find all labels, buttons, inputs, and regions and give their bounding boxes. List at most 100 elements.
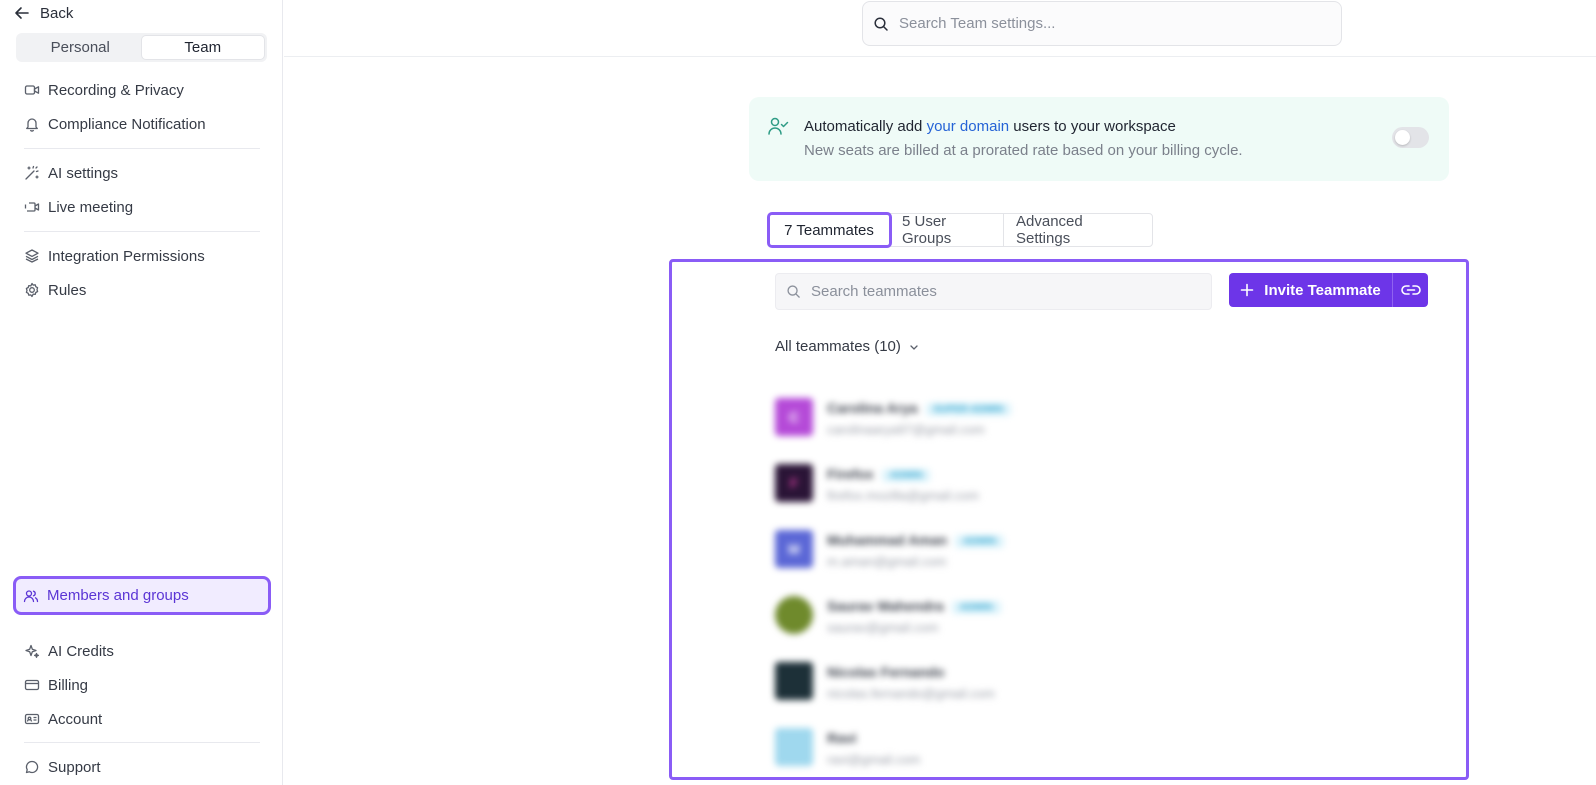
member-email: ravi@gmail.com xyxy=(827,752,921,767)
banner-title-prefix: Automatically add xyxy=(804,118,927,135)
member-email: carolinaarya97@gmail.com xyxy=(827,422,985,437)
bell-icon xyxy=(24,116,40,132)
team-settings-search[interactable]: Search Team settings... xyxy=(862,1,1342,46)
avatar: F xyxy=(775,464,813,502)
sidebar-item-account[interactable]: Account xyxy=(16,704,268,734)
table-row[interactable]: M Muhammad Aman ADMIN m.aman@gmail.com xyxy=(772,527,1172,593)
member-name-text: Firefox xyxy=(827,466,874,482)
member-email: m.aman@gmail.com xyxy=(827,554,947,569)
sidebar-item-label: Support xyxy=(48,758,101,776)
back-label: Back xyxy=(40,4,74,22)
copy-invite-link-button[interactable] xyxy=(1393,273,1428,307)
back-button[interactable]: Back xyxy=(14,2,73,24)
teammates-search-input[interactable]: Search teammates xyxy=(775,273,1212,310)
personal-team-switch: Personal Team xyxy=(16,33,267,62)
table-row[interactable]: Saurav Mahendra ADMIN saurav@gmail.com xyxy=(772,593,1172,659)
member-name: Ravi xyxy=(827,730,857,746)
member-name: Saurav Mahendra ADMIN xyxy=(827,598,1001,614)
sidebar-divider xyxy=(24,742,260,743)
invite-teammate-button[interactable]: Invite Teammate xyxy=(1229,273,1393,307)
credit-card-icon xyxy=(24,677,40,693)
sidebar-item-label: Rules xyxy=(48,281,87,299)
sidebar-item-label: Billing xyxy=(48,676,89,694)
teammates-search-placeholder: Search teammates xyxy=(811,283,937,300)
role-badge: ADMIN xyxy=(951,600,1001,614)
sidebar-item-ai-credits[interactable]: AI Credits xyxy=(16,636,268,666)
role-badge: SUPER ADMIN xyxy=(925,402,1012,416)
table-row[interactable]: F Firefox ADMIN firefox.mozilla@gmail.com xyxy=(772,461,1172,527)
link-icon xyxy=(1400,283,1421,297)
chat-bubble-icon xyxy=(24,759,40,775)
member-email: firefox.mozilla@gmail.com xyxy=(827,488,979,503)
avatar xyxy=(775,662,813,700)
gear-icon xyxy=(24,282,40,298)
member-name-text: Ravi xyxy=(827,730,857,746)
sidebar-item-billing[interactable]: Billing xyxy=(16,670,268,700)
member-name-text: Nicolas Fernando xyxy=(827,664,945,680)
banner-subtitle: New seats are billed at a prorated rate … xyxy=(804,142,1243,159)
sparkles-icon xyxy=(24,643,40,659)
sidebar-item-label: Members and groups xyxy=(47,587,189,604)
segment-team[interactable]: Team xyxy=(141,36,264,59)
banner-title-suffix: users to your workspace xyxy=(1009,118,1176,135)
member-name-text: Saurav Mahendra xyxy=(827,598,944,614)
member-name: Nicolas Fernando xyxy=(827,664,944,680)
filter-label: All teammates (10) xyxy=(775,338,901,355)
segment-personal[interactable]: Personal xyxy=(19,36,142,59)
layers-icon xyxy=(24,248,40,264)
table-row[interactable]: Nicolas Fernando nicolas.fernando@gmail.… xyxy=(772,659,1172,725)
sidebar-divider xyxy=(24,148,260,149)
avatar: M xyxy=(775,530,813,568)
sidebar-divider xyxy=(24,231,260,232)
teammates-panel: Search teammates Invite Teammate All tea… xyxy=(669,259,1469,780)
sidebar-item-recording-privacy[interactable]: Recording & Privacy xyxy=(16,75,268,105)
chevron-down-icon xyxy=(909,342,919,352)
role-badge: ADMIN xyxy=(881,468,931,482)
plus-icon xyxy=(1240,283,1254,297)
video-camera-icon xyxy=(24,82,40,98)
avatar: C xyxy=(775,398,813,436)
live-video-icon xyxy=(24,199,40,215)
member-name-text: Carolina Arya xyxy=(827,400,918,416)
tab-teammates[interactable]: 7 Teammates xyxy=(767,212,892,248)
header-divider xyxy=(284,56,1596,57)
invite-teammate-group: Invite Teammate xyxy=(1229,273,1428,307)
sidebar-item-support[interactable]: Support xyxy=(16,752,268,782)
toggle-knob xyxy=(1395,130,1410,145)
id-card-icon xyxy=(24,711,40,727)
arrow-left-icon xyxy=(14,5,30,21)
auto-add-domain-banner: Automatically add your domain users to y… xyxy=(749,97,1449,181)
teammates-filter-dropdown[interactable]: All teammates (10) xyxy=(775,338,919,355)
sidebar-item-ai-settings[interactable]: AI settings xyxy=(16,158,268,188)
avatar xyxy=(775,596,813,634)
tab-user-groups[interactable]: 5 User Groups xyxy=(890,213,1004,247)
table-row[interactable]: C Carolina Arya SUPER ADMIN carolinaarya9… xyxy=(772,395,1172,461)
sidebar-item-members-and-groups[interactable]: Members and groups xyxy=(13,576,271,615)
member-name: Firefox ADMIN xyxy=(827,466,931,482)
your-domain-link[interactable]: your domain xyxy=(927,118,1010,135)
search-placeholder: Search Team settings... xyxy=(899,15,1056,32)
banner-title: Automatically add your domain users to y… xyxy=(804,118,1176,135)
auto-add-toggle[interactable] xyxy=(1392,127,1429,148)
sidebar-item-label: Live meeting xyxy=(48,198,134,216)
avatar xyxy=(775,728,813,766)
sidebar-item-label: AI Credits xyxy=(48,642,114,660)
table-row[interactable]: Ravi ravi@gmail.com xyxy=(772,725,1172,777)
tab-advanced-settings[interactable]: Advanced Settings xyxy=(1004,213,1152,247)
invite-teammate-label: Invite Teammate xyxy=(1264,281,1381,299)
members-tabs: 7 Teammates 5 User Groups Advanced Setti… xyxy=(767,212,1153,248)
sidebar-item-label: Integration Permissions xyxy=(48,247,205,265)
search-icon xyxy=(873,16,889,32)
sidebar-item-rules[interactable]: Rules xyxy=(16,275,268,305)
sidebar-item-label: AI settings xyxy=(48,164,119,182)
sidebar-item-live-meeting[interactable]: Live meeting xyxy=(16,192,268,222)
sidebar-item-compliance-notification[interactable]: Compliance Notification xyxy=(16,109,268,139)
sidebar-item-integration-permissions[interactable]: Integration Permissions xyxy=(16,241,268,271)
member-name: Carolina Arya SUPER ADMIN xyxy=(827,400,1012,416)
member-email: nicolas.fernando@gmail.com xyxy=(827,686,995,701)
member-name: Muhammad Aman ADMIN xyxy=(827,532,1004,548)
teammates-list: C Carolina Arya SUPER ADMIN carolinaarya9… xyxy=(772,395,1172,777)
sidebar: Back Personal Team Recording & Privacy C… xyxy=(0,0,283,785)
member-email: saurav@gmail.com xyxy=(827,620,939,635)
sidebar-item-label: Compliance Notification xyxy=(48,115,206,133)
